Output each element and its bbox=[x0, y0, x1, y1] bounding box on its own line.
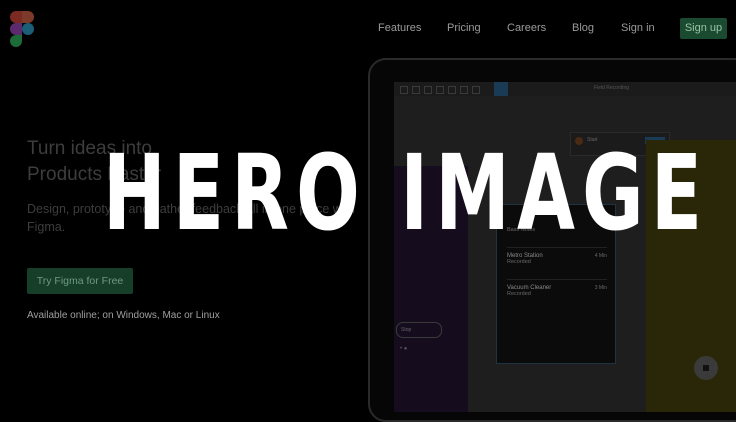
file-title: Field Recording bbox=[594, 85, 630, 91]
active-tool bbox=[494, 82, 508, 96]
nav-careers[interactable]: Careers bbox=[507, 22, 546, 34]
sign-up-button[interactable]: Sign up bbox=[680, 18, 727, 39]
nav-features[interactable]: Features bbox=[378, 22, 421, 34]
list-item: Vacuum Cleaner Recorded 3 Min bbox=[507, 285, 607, 297]
tool-icon bbox=[472, 86, 480, 94]
editor-toolbar: Field Recording bbox=[394, 82, 736, 96]
tool-icon bbox=[460, 86, 468, 94]
record-button-icon bbox=[694, 356, 718, 380]
availability-text: Available online; on Windows, Mac or Lin… bbox=[27, 310, 220, 321]
logo-shape bbox=[22, 23, 34, 35]
tool-icon bbox=[448, 86, 456, 94]
nav-pricing[interactable]: Pricing bbox=[447, 22, 481, 34]
list-item-duration: 3 Min bbox=[594, 285, 607, 291]
list-item-subtitle: Recorded bbox=[507, 291, 531, 297]
figma-logo[interactable] bbox=[10, 11, 34, 47]
tool-icon bbox=[424, 86, 432, 94]
logo-shape bbox=[10, 35, 22, 47]
tool-icon bbox=[400, 86, 408, 94]
logo-shape bbox=[10, 11, 22, 23]
tool-icon bbox=[436, 86, 444, 94]
divider bbox=[507, 279, 607, 280]
try-figma-button[interactable]: Try Figma for Free bbox=[27, 268, 133, 294]
logo-shape bbox=[22, 11, 34, 23]
hero-image-overlay: HERO IMAGE bbox=[103, 132, 710, 254]
stop-pill: Stop bbox=[396, 322, 442, 338]
tool-icon bbox=[412, 86, 420, 94]
dots-icon: • ● bbox=[400, 346, 408, 352]
nav-sign-in[interactable]: Sign in bbox=[621, 22, 655, 34]
logo-shape bbox=[10, 23, 22, 35]
nav-blog[interactable]: Blog bbox=[572, 22, 594, 34]
